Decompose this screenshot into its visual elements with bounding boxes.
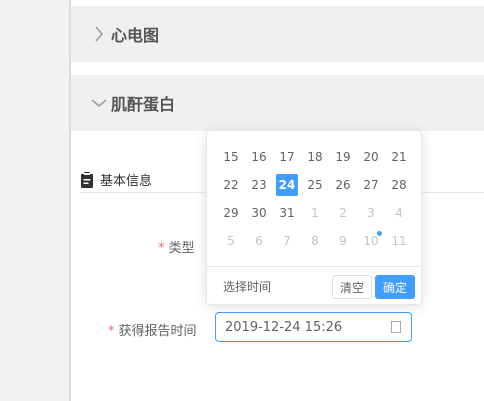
required-mark: *: [158, 241, 165, 256]
calendar-day[interactable]: 18: [301, 143, 329, 171]
calendar-day[interactable]: 22: [217, 171, 245, 199]
calendar-day-number: 15: [223, 150, 239, 164]
calendar-day-number: 21: [391, 150, 407, 164]
report-time-input[interactable]: [225, 319, 385, 335]
calendar-day-number: 31: [279, 206, 295, 220]
calendar-day-number: 26: [335, 178, 351, 192]
collapse-ecg[interactable]: 心电图: [71, 6, 484, 62]
collapse-title: 心电图: [111, 26, 160, 45]
report-time-label: * 获得报告时间: [108, 324, 197, 339]
calendar-day[interactable]: 17: [273, 143, 301, 171]
section-title: 基本信息: [100, 174, 153, 189]
calendar-day[interactable]: 6: [245, 227, 273, 255]
confirm-button[interactable]: 确定: [375, 275, 415, 299]
calendar-day[interactable]: 4: [385, 199, 413, 227]
collapse-creatinine[interactable]: 肌酐蛋白: [71, 75, 484, 131]
calendar-day[interactable]: 15: [217, 143, 245, 171]
calendar-day-selected[interactable]: 24: [273, 171, 301, 199]
calendar-day[interactable]: 30: [245, 199, 273, 227]
calendar-day-number: 4: [395, 206, 403, 220]
calendar-day-number: 9: [339, 234, 347, 248]
calendar-day[interactable]: 7: [273, 227, 301, 255]
picker-footer: 选择时间 清空 确定: [207, 266, 421, 305]
calendar-day[interactable]: 27: [357, 171, 385, 199]
calendar-day[interactable]: 5: [217, 227, 245, 255]
clipboard-icon: [81, 171, 93, 188]
calendar-day-number: 30: [251, 206, 267, 220]
type-label: * 类型: [158, 241, 195, 256]
today-dot-icon: [377, 231, 382, 236]
calendar-day-number: 18: [307, 150, 323, 164]
calendar-day[interactable]: 3: [357, 199, 385, 227]
calendar-day-number: 23: [251, 178, 267, 192]
calendar-day[interactable]: 9: [329, 227, 357, 255]
collapse-title: 肌酐蛋白: [111, 95, 176, 114]
calendar-week-row: 15 16 17 18 19 20 21: [217, 143, 413, 171]
calendar-icon[interactable]: [391, 321, 401, 333]
calendar-day-number: 24: [276, 174, 298, 196]
chevron-down-icon: [89, 93, 109, 113]
calendar-day-number: 7: [283, 234, 291, 248]
calendar-day[interactable]: 10: [357, 227, 385, 255]
calendar-day-number: 6: [255, 234, 263, 248]
calendar-day[interactable]: 2: [329, 199, 357, 227]
calendar-day-number: 5: [227, 234, 235, 248]
date-picker-popup: 15 16 17 18 19 20 21 22 23 24 25 26 27 28 29 30 31 1 2 3 4 5 6…: [206, 130, 422, 305]
calendar-grid: 15 16 17 18 19 20 21 22 23 24 25 26 27 28 29 30 31 1 2 3 4 5 6…: [217, 143, 413, 255]
chevron-right-icon: [89, 24, 109, 44]
calendar-day-number: 27: [363, 178, 379, 192]
calendar-day-number: 1: [311, 206, 319, 220]
report-time-field[interactable]: [215, 312, 412, 342]
calendar-day[interactable]: 23: [245, 171, 273, 199]
calendar-day-number: 25: [307, 178, 323, 192]
calendar-day[interactable]: 26: [329, 171, 357, 199]
calendar-day-number: 2: [339, 206, 347, 220]
calendar-day[interactable]: 21: [385, 143, 413, 171]
calendar-day[interactable]: 20: [357, 143, 385, 171]
calendar-week-row: 29 30 31 1 2 3 4: [217, 199, 413, 227]
calendar-day[interactable]: 25: [301, 171, 329, 199]
calendar-day-number: 19: [335, 150, 351, 164]
calendar-day-number: 20: [363, 150, 379, 164]
calendar-day[interactable]: 31: [273, 199, 301, 227]
calendar-day-number: 29: [223, 206, 239, 220]
calendar-day-number: 17: [279, 150, 295, 164]
calendar-day-number: 22: [223, 178, 239, 192]
calendar-week-row: 5 6 7 8 9 10 11: [217, 227, 413, 255]
calendar-day[interactable]: 28: [385, 171, 413, 199]
calendar-day[interactable]: 8: [301, 227, 329, 255]
calendar-day[interactable]: 29: [217, 199, 245, 227]
calendar-day[interactable]: 11: [385, 227, 413, 255]
calendar-week-row: 22 23 24 25 26 27 28: [217, 171, 413, 199]
calendar-day[interactable]: 1: [301, 199, 329, 227]
required-mark: *: [108, 324, 115, 339]
calendar-day-number: 11: [391, 234, 407, 248]
calendar-day-number: 28: [391, 178, 407, 192]
calendar-day[interactable]: 16: [245, 143, 273, 171]
calendar-day-number: 16: [251, 150, 267, 164]
calendar-day-number: 3: [367, 206, 375, 220]
section-basic-info: 基本信息: [80, 170, 152, 189]
clear-button[interactable]: 清空: [332, 275, 372, 299]
calendar-day-number: 8: [311, 234, 319, 248]
select-time-link[interactable]: 选择时间: [223, 278, 271, 295]
left-gutter: [0, 0, 69, 401]
calendar-day[interactable]: 19: [329, 143, 357, 171]
